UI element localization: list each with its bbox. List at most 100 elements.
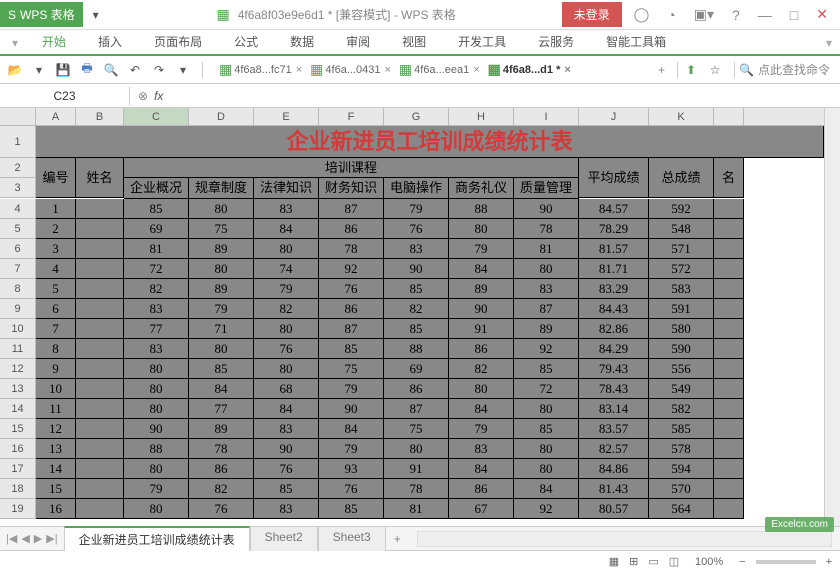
zoom-level[interactable]: 100% [689,556,729,568]
cell-score[interactable]: 79 [319,439,384,459]
cell-id[interactable]: 16 [36,499,76,519]
cell-extra[interactable] [714,499,744,519]
header-avg[interactable]: 平均成绩 [579,158,649,198]
header-rank[interactable]: 名 [714,158,744,198]
cell-score[interactable]: 85 [319,499,384,519]
cell-score[interactable]: 80 [124,379,189,399]
cell-score[interactable]: 89 [514,319,579,339]
cell-score[interactable]: 86 [449,479,514,499]
cell-score[interactable]: 81 [384,499,449,519]
ribbon-tab[interactable]: 审阅 [330,29,386,54]
row-header[interactable]: 17 [0,459,36,479]
cell-extra[interactable] [714,419,744,439]
cell-extra[interactable] [714,279,744,299]
cell-id[interactable]: 14 [36,459,76,479]
cell-score[interactable]: 85 [384,279,449,299]
cell-score[interactable]: 80 [124,499,189,519]
cell-avg[interactable]: 79.43 [579,359,649,379]
cell-extra[interactable] [714,319,744,339]
cloud-sync-icon[interactable]: ⬆ [682,61,700,79]
cell-name[interactable] [76,419,124,439]
cell-score[interactable]: 79 [124,479,189,499]
last-sheet-icon[interactable]: ▶| [46,532,57,545]
cell-score[interactable]: 84 [449,459,514,479]
header-course[interactable]: 财务知识 [319,178,384,199]
cell-avg[interactable]: 82.57 [579,439,649,459]
header-course-group[interactable]: 培训课程 [124,158,579,178]
sync-icon[interactable]: ◯ [630,4,654,25]
cell-score[interactable]: 79 [189,299,254,319]
select-all-corner[interactable] [0,108,36,125]
cell-score[interactable]: 71 [189,319,254,339]
column-header[interactable]: A [36,108,76,125]
sheet-tab[interactable]: Sheet3 [318,526,386,551]
cell-score[interactable]: 90 [124,419,189,439]
header-id[interactable]: 编号 [36,158,76,198]
cell-name[interactable] [76,499,124,519]
cell-name[interactable] [76,239,124,259]
ribbon-tab[interactable]: 视图 [386,29,442,54]
cell-name[interactable] [76,259,124,279]
cell-total[interactable]: 548 [649,219,714,239]
cell-score[interactable]: 80 [124,399,189,419]
cell-score[interactable]: 91 [449,319,514,339]
cell-total[interactable]: 570 [649,479,714,499]
row-header[interactable]: 16 [0,439,36,459]
cell-score[interactable]: 76 [319,279,384,299]
cell-score[interactable]: 87 [384,399,449,419]
cell-score[interactable]: 80 [514,259,579,279]
cell-score[interactable]: 78 [189,439,254,459]
cell-name[interactable] [76,319,124,339]
zoom-in-icon[interactable]: + [826,556,832,568]
cell-score[interactable]: 88 [449,199,514,219]
cell-total[interactable]: 582 [649,399,714,419]
cell-score[interactable]: 80 [449,219,514,239]
cell-id[interactable]: 11 [36,399,76,419]
fx-icon[interactable]: fx [154,89,163,103]
cell-score[interactable]: 89 [449,279,514,299]
prev-sheet-icon[interactable]: ◀ [21,532,29,545]
cell-id[interactable]: 7 [36,319,76,339]
cell-score[interactable]: 82 [189,479,254,499]
cell-score[interactable]: 75 [319,359,384,379]
cell-score[interactable]: 84 [189,379,254,399]
ribbon-tab[interactable]: 开始 [26,29,82,56]
cell-score[interactable]: 80 [384,439,449,459]
cell-score[interactable]: 86 [449,339,514,359]
column-header[interactable]: E [254,108,319,125]
cell-score[interactable]: 80 [189,199,254,219]
header-course[interactable]: 电脑操作 [384,178,449,199]
cell-id[interactable]: 6 [36,299,76,319]
cell-score[interactable]: 80 [514,459,579,479]
cell-score[interactable]: 78 [319,239,384,259]
cell-score[interactable]: 87 [514,299,579,319]
cell-score[interactable]: 90 [254,439,319,459]
cell-total[interactable]: 591 [649,299,714,319]
column-header[interactable]: D [189,108,254,125]
cell-score[interactable]: 83 [254,499,319,519]
cell-score[interactable]: 69 [384,359,449,379]
row-header[interactable]: 4 [0,199,36,219]
cell-total[interactable]: 571 [649,239,714,259]
cell-score[interactable]: 88 [384,339,449,359]
name-box[interactable]: C23 [0,87,130,105]
cell-avg[interactable]: 84.57 [579,199,649,219]
maximize-icon[interactable]: □ [786,5,802,25]
ribbon-tab[interactable]: 开发工具 [442,29,522,54]
cell-avg[interactable]: 84.29 [579,339,649,359]
vertical-scrollbar[interactable] [824,108,840,526]
cell-name[interactable] [76,279,124,299]
cell-score[interactable]: 88 [124,439,189,459]
cell-score[interactable]: 76 [189,499,254,519]
cell-score[interactable]: 93 [319,459,384,479]
cell-score[interactable]: 80 [514,439,579,459]
cell-extra[interactable] [714,239,744,259]
cell-score[interactable]: 84 [514,479,579,499]
cell-total[interactable]: 549 [649,379,714,399]
cell-name[interactable] [76,479,124,499]
cell-score[interactable]: 85 [254,479,319,499]
cell-score[interactable]: 67 [449,499,514,519]
cell-score[interactable]: 83 [124,299,189,319]
cell-score[interactable]: 90 [384,259,449,279]
cell-avg[interactable]: 78.29 [579,219,649,239]
